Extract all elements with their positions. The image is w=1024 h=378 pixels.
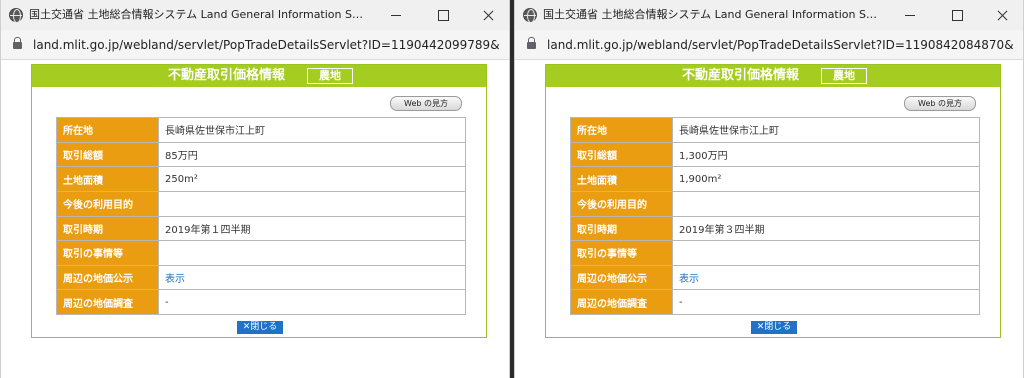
row-label: 取引総額 (570, 141, 673, 168)
maximize-button[interactable] (421, 0, 465, 30)
row-label: 取引時期 (56, 215, 159, 242)
minimize-button[interactable] (375, 0, 419, 30)
table-row: 所在地 長崎県佐世保市江上町 (56, 117, 466, 143)
window-title: 国土交通省 土地総合情報システム Land General Informatio… (543, 8, 879, 21)
row-value: 2019年第３四半期 (672, 215, 980, 242)
url-text[interactable]: land.mlit.go.jp/webland/servlet/PopTrade… (33, 38, 499, 53)
land-type-badge: 農地 (307, 68, 353, 84)
url-text[interactable]: land.mlit.go.jp/webland/servlet/PopTrade… (547, 38, 1013, 53)
row-label: 取引時期 (570, 215, 673, 242)
row-value: 1,900m² (672, 166, 980, 192)
table-row: 取引時期 2019年第３四半期 (570, 215, 980, 242)
row-label: 取引総額 (56, 141, 159, 168)
globe-icon (9, 8, 23, 23)
row-value: 長崎県佐世保市江上町 (158, 117, 466, 143)
row-label: 今後の利用目的 (56, 190, 159, 217)
row-label: 土地面積 (570, 166, 673, 192)
row-label: 所在地 (56, 117, 159, 143)
table-row: 取引の事情等 (570, 240, 980, 266)
browser-window-1: 国土交通省 土地総合情報システム Land General Informatio… (0, 0, 510, 378)
land-type-badge: 農地 (821, 68, 867, 84)
info-table: 所在地 長崎県佐世保市江上町 取引総額 1,300万円 土地面積 1,900m² 今後… (570, 117, 980, 315)
table-row: 取引の事情等 (56, 240, 466, 266)
close-button[interactable]: ✕閉じる (751, 321, 797, 334)
price-info-panel: 不動産取引価格情報 農地 Web の見方 所在地 長崎県佐世保市江上町 取引総額 8… (31, 64, 487, 338)
table-row: 取引総額 1,300万円 (570, 141, 980, 168)
row-label: 土地面積 (56, 166, 159, 192)
table-row: 今後の利用目的 (56, 190, 466, 217)
row-value: 表示 (158, 264, 466, 291)
row-label: 周辺の地価調査 (56, 289, 159, 315)
row-label: 所在地 (570, 117, 673, 143)
table-row: 今後の利用目的 (570, 190, 980, 217)
panel-title: 不動産取引価格情報 (682, 68, 800, 83)
row-value: 1,300万円 (672, 141, 980, 168)
lock-icon (527, 37, 536, 49)
address-bar[interactable]: land.mlit.go.jp/webland/servlet/PopTrade… (515, 30, 1023, 60)
panel-title: 不動産取引価格情報 (168, 68, 286, 83)
row-value (672, 190, 980, 217)
lock-icon (13, 37, 22, 49)
web-guide-button[interactable]: Web の見方 (904, 96, 976, 111)
table-row: 土地面積 250m² (56, 166, 466, 192)
row-label: 周辺の地価公示 (56, 264, 159, 291)
maximize-button[interactable] (935, 0, 979, 30)
row-value (158, 190, 466, 217)
title-bar: 国土交通省 土地総合情報システム Land General Informatio… (1, 0, 509, 30)
row-label: 取引の事情等 (570, 240, 673, 266)
panel-header: 不動産取引価格情報 農地 (546, 65, 1000, 87)
window-close-button[interactable] (981, 0, 1023, 30)
land-price-link[interactable]: 表示 (165, 274, 185, 285)
table-row: 取引総額 85万円 (56, 141, 466, 168)
price-info-panel: 不動産取引価格情報 農地 Web の見方 所在地 長崎県佐世保市江上町 取引総額 1… (545, 64, 1001, 338)
address-bar[interactable]: land.mlit.go.jp/webland/servlet/PopTrade… (1, 30, 509, 60)
title-bar: 国土交通省 土地総合情報システム Land General Informatio… (515, 0, 1023, 30)
row-label: 取引の事情等 (56, 240, 159, 266)
row-value (672, 240, 980, 266)
panel-header: 不動産取引価格情報 農地 (32, 65, 486, 87)
row-value: - (158, 289, 466, 315)
browser-window-2: 国土交通省 土地総合情報システム Land General Informatio… (514, 0, 1024, 378)
info-table: 所在地 長崎県佐世保市江上町 取引総額 85万円 土地面積 250m² 今後の利用目的… (56, 117, 466, 315)
minimize-button[interactable] (889, 0, 933, 30)
web-guide-button[interactable]: Web の見方 (390, 96, 462, 111)
row-value (158, 240, 466, 266)
row-value: 2019年第１四半期 (158, 215, 466, 242)
row-label: 今後の利用目的 (570, 190, 673, 217)
table-row: 取引時期 2019年第１四半期 (56, 215, 466, 242)
window-title: 国土交通省 土地総合情報システム Land General Informatio… (29, 8, 365, 21)
row-label: 周辺の地価調査 (570, 289, 673, 315)
table-row: 所在地 長崎県佐世保市江上町 (570, 117, 980, 143)
row-value: 表示 (672, 264, 980, 291)
row-value: - (672, 289, 980, 315)
row-value: 250m² (158, 166, 466, 192)
row-value: 85万円 (158, 141, 466, 168)
land-price-link[interactable]: 表示 (679, 274, 699, 285)
table-row: 周辺の地価公示 表示 (570, 264, 980, 291)
row-label: 周辺の地価公示 (570, 264, 673, 291)
table-row: 土地面積 1,900m² (570, 166, 980, 192)
window-close-button[interactable] (467, 0, 509, 30)
globe-icon (523, 8, 537, 23)
row-value: 長崎県佐世保市江上町 (672, 117, 980, 143)
table-row: 周辺の地価調査 - (570, 289, 980, 315)
table-row: 周辺の地価公示 表示 (56, 264, 466, 291)
close-button[interactable]: ✕閉じる (237, 321, 283, 334)
table-row: 周辺の地価調査 - (56, 289, 466, 315)
